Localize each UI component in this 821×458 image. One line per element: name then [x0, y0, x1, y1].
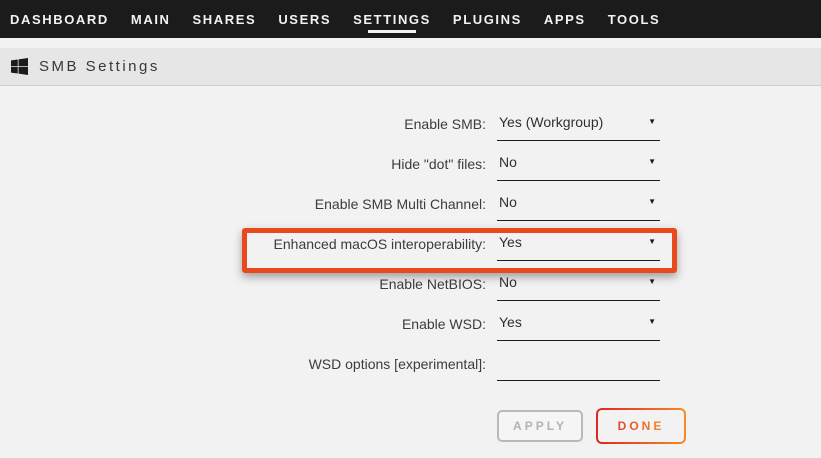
windows-icon [11, 58, 28, 75]
dropdown-arrow-icon: ▼ [648, 157, 656, 166]
active-tab-underline [368, 30, 416, 33]
dropdown-arrow-icon: ▼ [648, 277, 656, 286]
hide-dot-files-select[interactable]: No ▼ [497, 154, 660, 181]
form-row-enable-wsd: Enable WSD: Yes ▼ [0, 301, 821, 341]
form-row-wsd-options: WSD options [experimental]: [0, 341, 821, 381]
select-value: Yes [497, 234, 522, 251]
done-button-label: DONE [618, 419, 665, 433]
nav-item-settings-label: SETTINGS [353, 12, 431, 27]
nav-item-dashboard[interactable]: DASHBOARD [10, 3, 109, 36]
nav-item-shares[interactable]: SHARES [193, 3, 257, 36]
field-label: Enable SMB: [0, 116, 486, 141]
dropdown-arrow-icon: ▼ [648, 237, 656, 246]
select-value: Yes [497, 314, 522, 331]
field-label: WSD options [experimental]: [0, 356, 486, 381]
dropdown-arrow-icon: ▼ [648, 317, 656, 326]
field-label: Enable NetBIOS: [0, 276, 486, 301]
select-value: No [497, 274, 517, 291]
settings-form: Enable SMB: Yes (Workgroup) ▼ Hide "dot"… [0, 86, 821, 444]
smb-settings-page: DASHBOARD MAIN SHARES USERS SETTINGS PLU… [0, 0, 821, 458]
form-row-smb-multi-channel: Enable SMB Multi Channel: No ▼ [0, 181, 821, 221]
select-value: Yes (Workgroup) [497, 114, 603, 131]
form-buttons: APPLY DONE [497, 408, 821, 444]
field-label: Enhanced macOS interoperability: [0, 236, 486, 261]
nav-gap-strip [0, 38, 821, 48]
field-label: Enable WSD: [0, 316, 486, 341]
nav-item-settings[interactable]: SETTINGS [353, 3, 431, 36]
field-label: Enable SMB Multi Channel: [0, 196, 486, 221]
select-value: No [497, 194, 517, 211]
done-button[interactable]: DONE [596, 408, 686, 444]
nav-item-tools[interactable]: TOOLS [608, 3, 661, 36]
dropdown-arrow-icon: ▼ [648, 117, 656, 126]
form-row-enable-netbios: Enable NetBIOS: No ▼ [0, 261, 821, 301]
form-row-hide-dot-files: Hide "dot" files: No ▼ [0, 141, 821, 181]
page-title: SMB Settings [39, 58, 160, 75]
title-bar: SMB Settings [0, 48, 821, 86]
wsd-options-field [497, 354, 660, 381]
nav-item-main[interactable]: MAIN [131, 3, 171, 36]
form-row-enable-smb: Enable SMB: Yes (Workgroup) ▼ [0, 101, 821, 141]
enable-wsd-select[interactable]: Yes ▼ [497, 314, 660, 341]
enable-smb-select[interactable]: Yes (Workgroup) ▼ [497, 114, 660, 141]
nav-item-plugins[interactable]: PLUGINS [453, 3, 522, 36]
enable-netbios-select[interactable]: No ▼ [497, 274, 660, 301]
dropdown-arrow-icon: ▼ [648, 197, 656, 206]
macos-interoperability-select[interactable]: Yes ▼ [497, 234, 660, 261]
wsd-options-input[interactable] [497, 354, 660, 370]
select-value: No [497, 154, 517, 171]
apply-button[interactable]: APPLY [497, 410, 583, 442]
nav-item-apps[interactable]: APPS [544, 3, 586, 36]
field-label: Hide "dot" files: [0, 156, 486, 181]
top-nav: DASHBOARD MAIN SHARES USERS SETTINGS PLU… [0, 0, 821, 38]
form-row-macos-interoperability: Enhanced macOS interoperability: Yes ▼ [0, 221, 821, 261]
smb-multi-channel-select[interactable]: No ▼ [497, 194, 660, 221]
nav-item-users[interactable]: USERS [278, 3, 331, 36]
